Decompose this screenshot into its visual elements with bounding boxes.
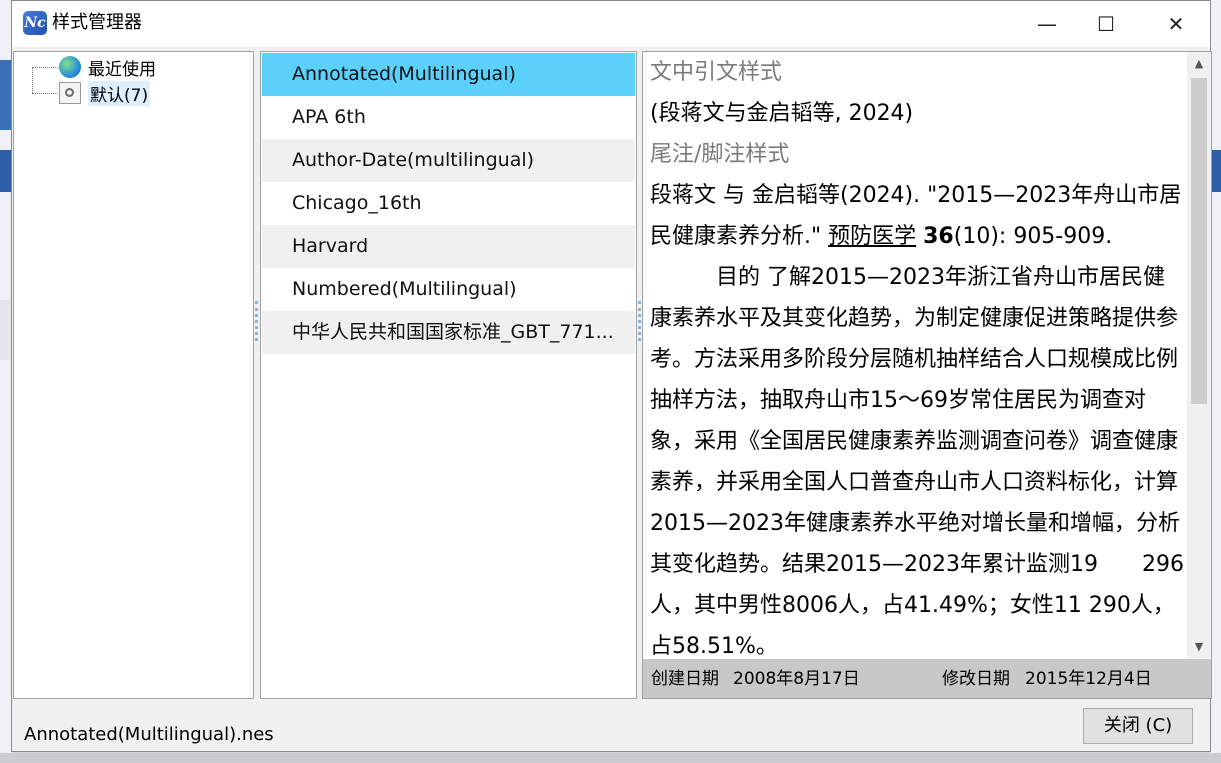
- abstract-text: 目的 了解2015—2023年浙江省舟山市居民健康素养水平及其变化趋势，为制定健…: [650, 265, 1184, 659]
- footnote-header: 尾注/脚注样式: [650, 142, 790, 167]
- style-preview: 文中引文样式 (段蒋文与金启韬等, 2024) 尾注/脚注样式 段蒋文 与 金启…: [642, 51, 1212, 699]
- style-manager-dialog: Nc 样式管理器 — ☐ ✕ 最近使用 默认(7) Annotated(Mult…: [11, 0, 1212, 752]
- style-folder-tree[interactable]: 最近使用 默认(7): [13, 51, 254, 699]
- search-doc-icon: [59, 82, 81, 104]
- app-icon: Nc: [23, 11, 47, 35]
- modified-value: 2015年12月4日: [1025, 669, 1152, 689]
- reference-volume: 36: [923, 224, 954, 249]
- style-list[interactable]: Annotated(Multilingual) APA 6th Author-D…: [260, 51, 637, 699]
- title-bar[interactable]: Nc 样式管理器 — ☐ ✕: [12, 1, 1210, 47]
- reference-abstract: 目的 了解2015—2023年浙江省舟山市居民健康素养水平及其变化趋势，为制定健…: [650, 257, 1185, 667]
- style-list-item[interactable]: Numbered(Multilingual): [262, 268, 635, 311]
- window-title: 样式管理器: [52, 12, 142, 33]
- tree-connector: [32, 93, 60, 94]
- tree-connector: [32, 67, 60, 68]
- close-button[interactable]: 关闭 (C): [1083, 708, 1193, 744]
- background-app-bottom: [0, 753, 1221, 763]
- created-label: 创建日期: [651, 669, 719, 689]
- style-list-item[interactable]: Author-Date(multilingual): [262, 139, 635, 182]
- tree-item-recent[interactable]: 最近使用: [59, 56, 156, 80]
- tree-item-default[interactable]: 默认(7): [59, 80, 151, 106]
- background-app-right: [1211, 0, 1221, 763]
- close-window-button[interactable]: ✕: [1153, 1, 1199, 47]
- tree-item-label: 默认(7): [88, 80, 151, 106]
- globe-icon: [59, 56, 81, 78]
- scroll-down-icon[interactable]: ▼: [1187, 635, 1211, 659]
- preview-content: 文中引文样式 (段蒋文与金启韬等, 2024) 尾注/脚注样式 段蒋文 与 金启…: [650, 52, 1185, 667]
- intext-header: 文中引文样式: [650, 60, 783, 85]
- reference-issue-pages: (10): 905-909.: [953, 224, 1113, 249]
- created-value: 2008年8月17日: [733, 669, 860, 689]
- tree-item-label: 最近使用: [88, 59, 156, 80]
- selected-filename: Annotated(Multilingual).nes: [24, 724, 274, 745]
- style-list-item[interactable]: APA 6th: [262, 96, 635, 139]
- intext-citation: (段蒋文与金启韬等, 2024): [650, 101, 914, 126]
- reference-journal: 预防医学: [828, 224, 917, 249]
- minimize-button[interactable]: —: [1024, 1, 1070, 47]
- style-dates-bar: 创建日期 2008年8月17日 修改日期 2015年12月4日: [643, 659, 1211, 698]
- tree-connector: [32, 67, 33, 93]
- modified-label: 修改日期: [942, 669, 1010, 689]
- style-list-item[interactable]: Chicago_16th: [262, 182, 635, 225]
- reference-entry: 段蒋文 与 金启韬等(2024). "2015—2023年舟山市居民健康素养分析…: [650, 175, 1185, 257]
- style-list-item[interactable]: 中华人民共和国国家标准_GBT_771...: [262, 311, 635, 354]
- preview-scrollbar[interactable]: ▲ ▼: [1187, 52, 1211, 659]
- maximize-button[interactable]: ☐: [1083, 1, 1129, 47]
- style-list-item[interactable]: Annotated(Multilingual): [262, 53, 635, 96]
- scrollbar-thumb[interactable]: [1191, 78, 1207, 404]
- scroll-up-icon[interactable]: ▲: [1187, 52, 1211, 76]
- style-list-item[interactable]: Harvard: [262, 225, 635, 268]
